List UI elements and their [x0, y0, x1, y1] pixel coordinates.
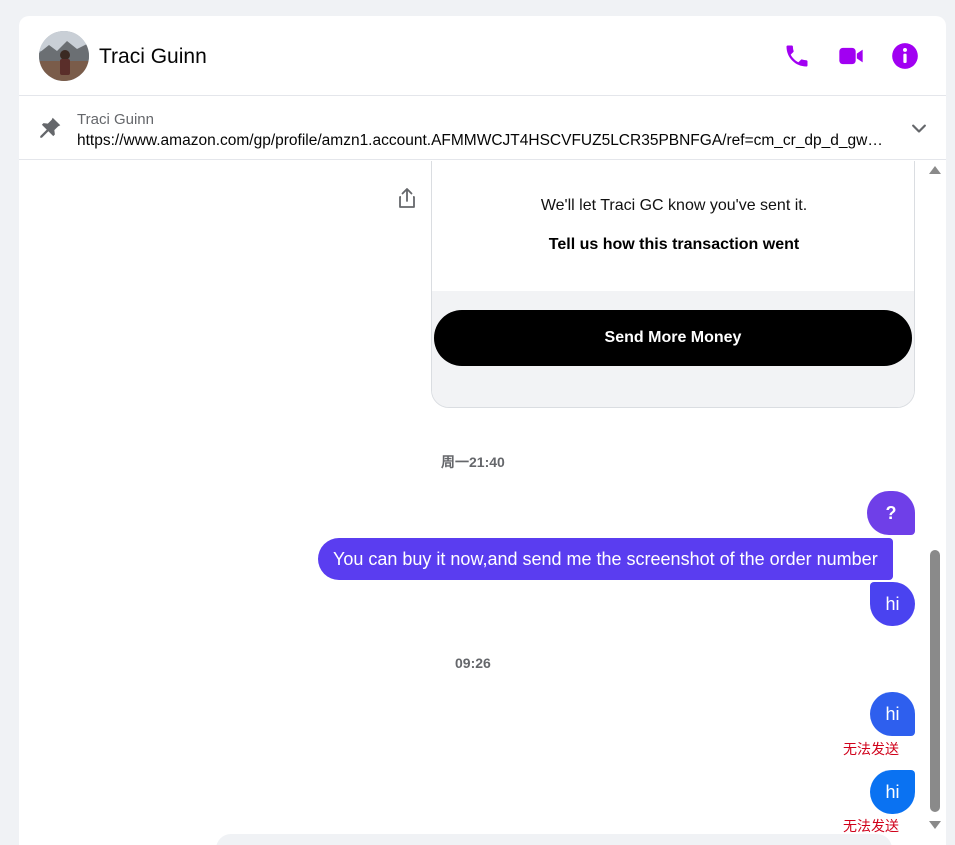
message-bubble-hi[interactable]: hi [870, 692, 915, 736]
send-more-money-button[interactable]: Send More Money [434, 310, 912, 366]
card-body [432, 161, 914, 291]
chat-panel: Traci Guinn Traci Guinn https://www.amaz… [19, 16, 946, 845]
message-bubble-hi[interactable]: hi [870, 770, 915, 814]
timestamp: 周一21:40 [441, 454, 505, 470]
avatar[interactable] [39, 31, 89, 81]
info-icon[interactable] [891, 42, 919, 70]
scrollbar-thumb[interactable] [930, 550, 940, 812]
pinned-sender: Traci Guinn [77, 111, 154, 128]
share-icon[interactable] [397, 187, 417, 209]
message-list[interactable]: We'll let Traci GC know you've sent it. … [19, 161, 946, 845]
pinned-link[interactable]: https://www.amazon.com/gp/profile/amzn1.… [77, 132, 887, 150]
send-failed-label[interactable]: 无法发送 [843, 739, 899, 759]
composer-bar[interactable] [216, 834, 892, 845]
chat-header: Traci Guinn [19, 16, 946, 96]
send-failed-label[interactable]: 无法发送 [843, 816, 899, 836]
payment-card: We'll let Traci GC know you've sent it. … [431, 161, 915, 408]
scroll-down-arrow-icon[interactable] [928, 820, 942, 830]
message-bubble-long[interactable]: You can buy it now,and send me the scree… [318, 538, 893, 580]
chevron-down-icon[interactable] [909, 119, 929, 139]
video-icon[interactable] [837, 42, 865, 70]
phone-icon[interactable] [783, 42, 811, 70]
scroll-up-arrow-icon[interactable] [928, 165, 942, 175]
pin-icon [40, 117, 61, 138]
contact-name[interactable]: Traci Guinn [99, 45, 207, 69]
pinned-message[interactable]: Traci Guinn https://www.amazon.com/gp/pr… [19, 97, 946, 160]
card-notice: We'll let Traci GC know you've sent it. [540, 197, 808, 214]
message-bubble-hi[interactable]: hi [870, 582, 915, 626]
message-bubble-question[interactable]: ? [867, 491, 915, 535]
timestamp: 09:26 [455, 655, 491, 671]
card-feedback-link[interactable]: Tell us how this transaction went [432, 236, 914, 254]
